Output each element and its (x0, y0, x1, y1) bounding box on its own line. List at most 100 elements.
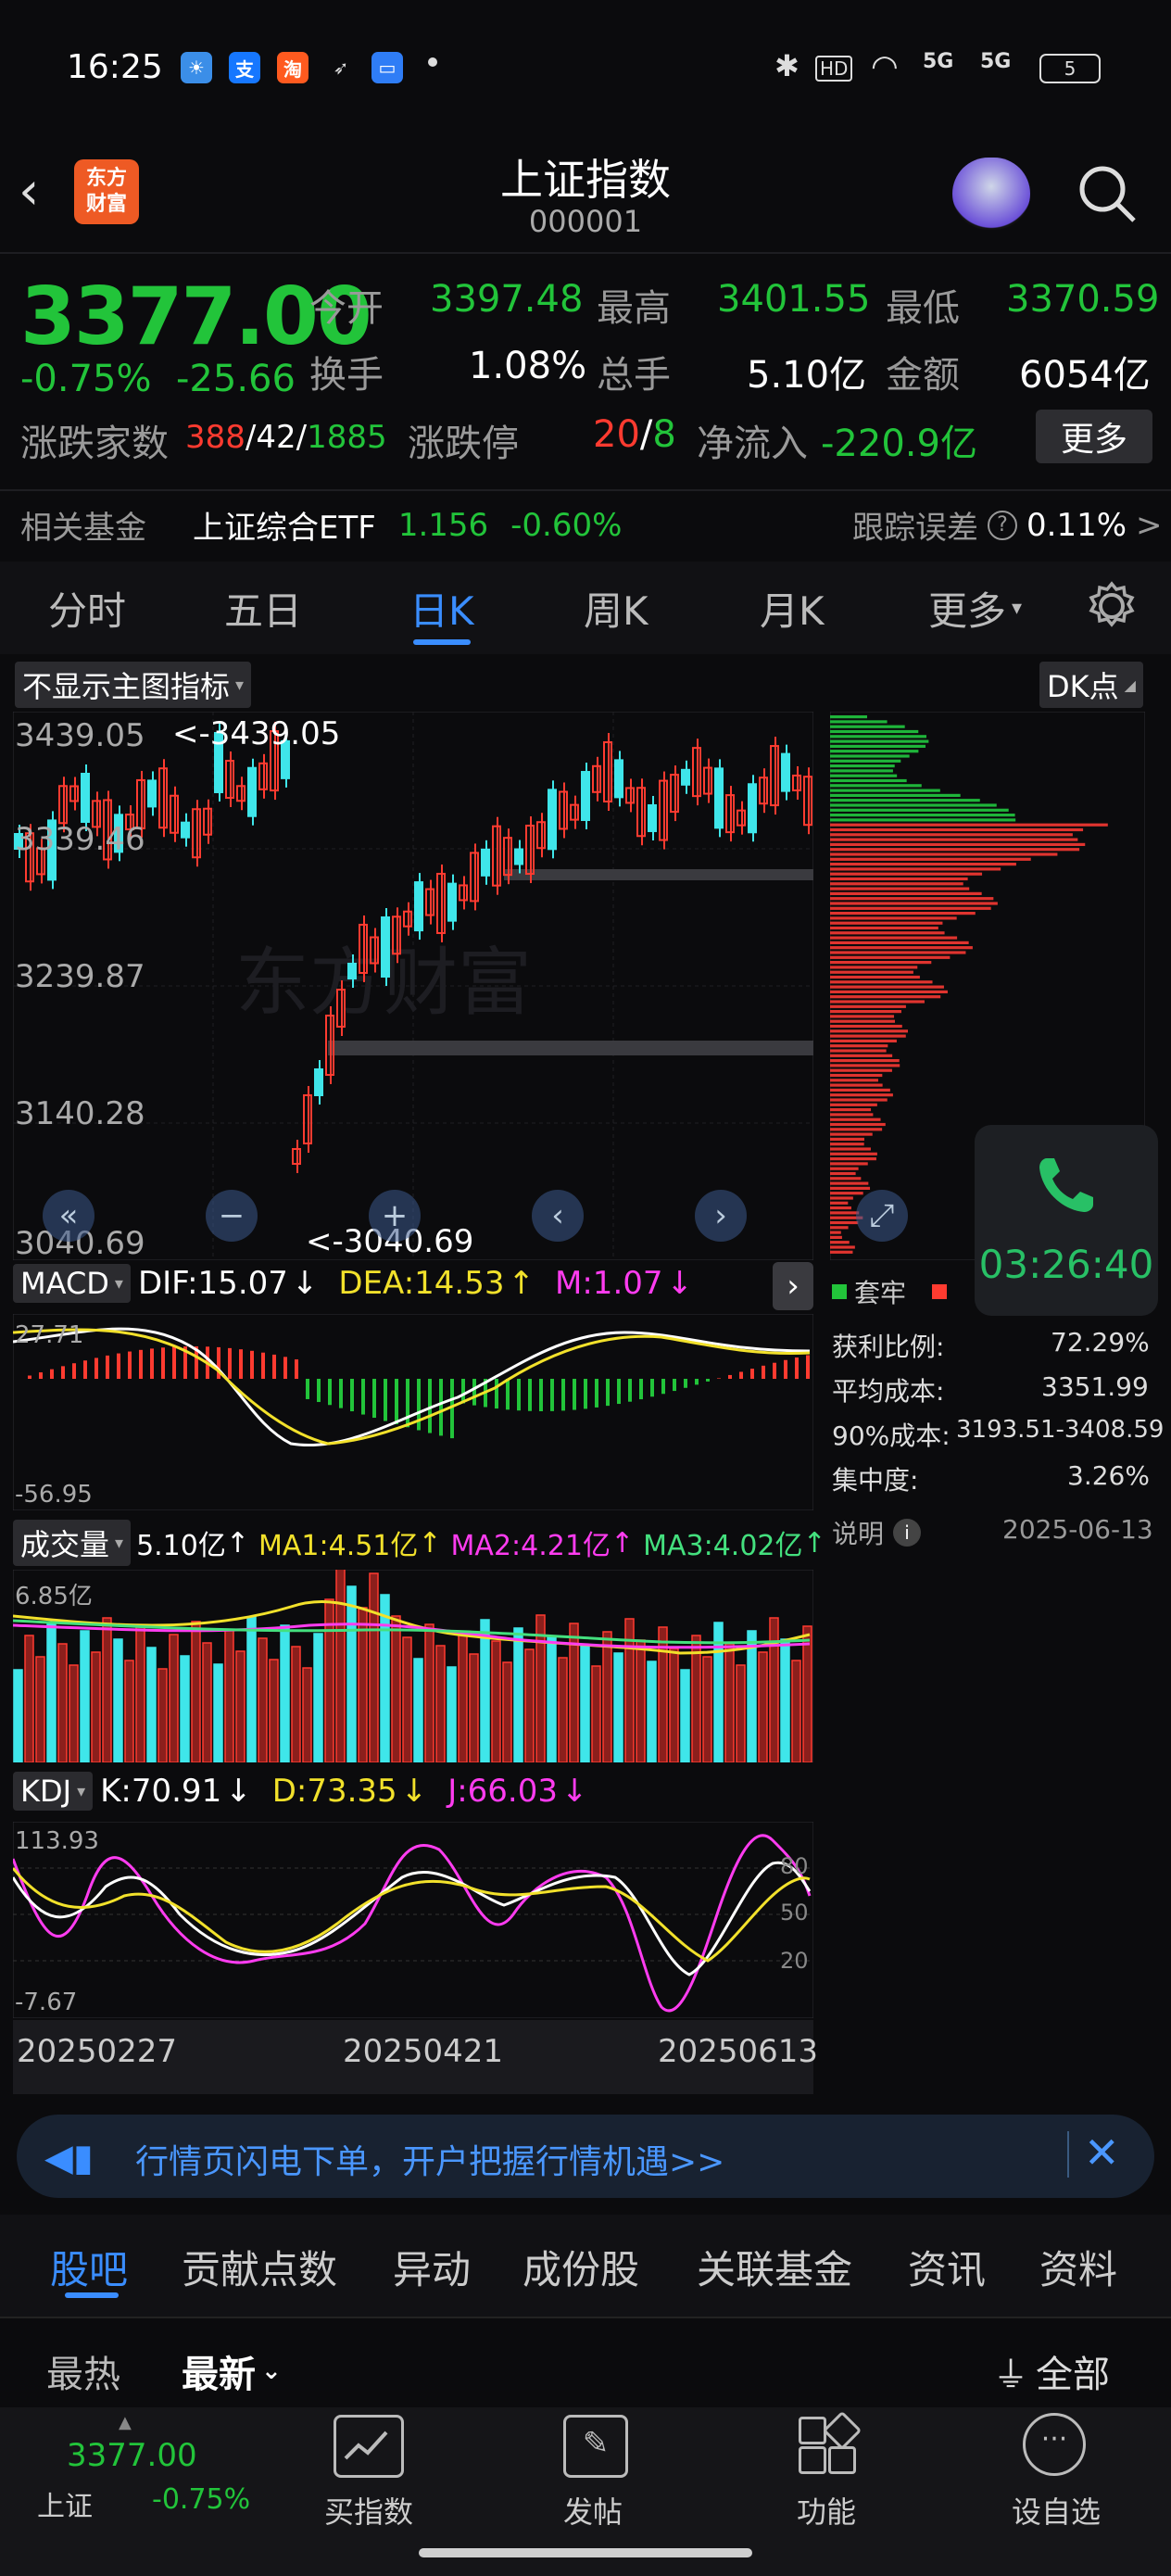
scroll-right-icon[interactable]: › (695, 1190, 747, 1242)
volume-bar (291, 1646, 301, 1762)
candle (670, 765, 679, 822)
home-indicator[interactable] (419, 2548, 752, 2557)
chip-bar (830, 906, 991, 910)
promo-banner[interactable]: ◀▮ 行情页闪电下单，开户把握行情机遇>> ✕ (17, 2115, 1154, 2198)
expand-panel-icon[interactable]: › (773, 1262, 813, 1310)
chip-bar (830, 739, 929, 743)
volume-bar (458, 1632, 468, 1762)
chip-bar (830, 916, 957, 920)
chip-bar (830, 814, 1015, 817)
breadth-label: 涨跌家数 (20, 423, 169, 465)
inflow-value: -220.9亿 (821, 423, 977, 465)
chip-bar (830, 1049, 887, 1053)
open-value: 3397.48 (430, 278, 584, 321)
tab-monthly-k[interactable]: 月K (760, 580, 825, 637)
tab-daily-k[interactable]: 日K (409, 580, 474, 637)
kdj-select[interactable]: KDJ ▾ (13, 1772, 94, 1811)
tab-constituents[interactable]: 成份股 (523, 2239, 639, 2295)
collapse-arrow-icon[interactable]: ▲ (119, 2413, 132, 2432)
volume-bar (791, 1660, 801, 1762)
banner-separator (1067, 2131, 1069, 2178)
tab-weekly-k[interactable]: 周K (584, 580, 648, 637)
tab-five-day[interactable]: 五日 (224, 580, 302, 637)
post-edit-icon[interactable]: ✎ (563, 2415, 628, 2478)
chip-bar (830, 975, 920, 979)
main-indicator-select[interactable]: 不显示主图指标 ▾ (15, 662, 252, 708)
volume-select[interactable]: 成交量 ▾ (13, 1520, 132, 1566)
chip-bar (830, 1137, 864, 1141)
close-icon[interactable]: ✕ (1084, 2128, 1120, 2178)
nav-add-watchlist[interactable]: 设自选 (1012, 2489, 1101, 2532)
tab-anomaly[interactable]: 异动 (393, 2239, 471, 2295)
chip-bar (830, 818, 1016, 822)
volume-bar (402, 1636, 412, 1762)
fast-back-icon[interactable]: « (43, 1190, 94, 1242)
robot-assistant-icon[interactable] (952, 158, 1030, 230)
chip-bar (830, 863, 1016, 866)
macd-header: MACD ▾ DIF:15.07 ↓ DEA:14.53 ↑ M:1.07 ↓ (13, 1264, 693, 1303)
zoom-out-icon[interactable]: − (206, 1190, 258, 1242)
volume-bar (780, 1638, 790, 1762)
candle (247, 758, 257, 826)
tab-news[interactable]: 资讯 (908, 2239, 986, 2295)
chip-bar (830, 842, 1086, 846)
tab-related-funds[interactable]: 关联基金 (697, 2239, 852, 2295)
price-axis-3: 3239.87 (15, 958, 145, 995)
zoom-in-icon[interactable]: + (369, 1190, 421, 1242)
divider (0, 2317, 1171, 2318)
volume-bar (180, 1655, 190, 1762)
chip-bar (830, 1108, 872, 1112)
macd-chart (13, 1314, 813, 1510)
call-widget[interactable]: 03:26:40 (975, 1125, 1158, 1316)
sort-latest[interactable]: 最新 ⌄ (182, 2344, 282, 2398)
signal-5g-2: 5G (980, 50, 1012, 73)
tab-intraday[interactable]: 分时 (48, 580, 126, 637)
tab-info[interactable]: 资料 (1039, 2239, 1117, 2295)
more-button[interactable]: 更多 (1036, 410, 1152, 463)
filter-all[interactable]: ⏚ 全部 (993, 2344, 1110, 2398)
chip-bar (830, 961, 932, 965)
expand-icon[interactable]: ⤢ (856, 1190, 908, 1242)
candle (392, 907, 401, 964)
functions-grid-icon[interactable] (795, 2410, 863, 2474)
candle (648, 795, 657, 840)
scroll-left-icon[interactable]: ‹ (532, 1190, 584, 1242)
tracking-error[interactable]: 跟踪误差 ? 0.11% > (852, 502, 1163, 548)
search-icon[interactable] (1075, 161, 1140, 226)
candle (459, 876, 468, 910)
volume-bar (680, 1669, 690, 1762)
volume-bar (747, 1630, 757, 1762)
chip-bar (830, 1103, 877, 1106)
related-fund-item[interactable]: 上证综合ETF 1.156 -0.60% (193, 502, 622, 548)
candle (147, 771, 157, 816)
more-notifications-icon (428, 57, 437, 67)
chip-bar (830, 1186, 871, 1190)
chip-bar (830, 1157, 876, 1161)
nav-buy-index[interactable]: 买指数 (324, 2489, 413, 2532)
chip-bar (830, 1128, 883, 1131)
sort-hot[interactable]: 最热 (46, 2344, 120, 2398)
macd-select[interactable]: MACD ▾ (13, 1264, 131, 1303)
price-axis-4: 3140.28 (15, 1095, 145, 1132)
tab-more[interactable]: 更多 ▾ (928, 580, 1022, 637)
nav-functions[interactable]: 功能 (797, 2489, 856, 2532)
more-dots-icon[interactable]: ··· (1023, 2413, 1086, 2476)
nav-post[interactable]: 发帖 (563, 2489, 623, 2532)
support-band-upper (504, 869, 813, 880)
caret-down-icon: ▾ (114, 1273, 123, 1294)
candle (581, 763, 590, 830)
chip-bar (830, 1054, 893, 1057)
chip-bar (830, 735, 926, 739)
dk-point-button[interactable]: DK点 ◢ (1039, 662, 1143, 708)
volume-bar (313, 1633, 323, 1762)
divider (0, 489, 1171, 491)
tab-guba[interactable]: 股吧 (50, 2239, 128, 2295)
buy-index-icon[interactable] (334, 2415, 404, 2478)
chip-bar (830, 926, 938, 930)
settings-gear-icon[interactable] (1086, 580, 1138, 632)
chip-note[interactable]: 说明 i (832, 1514, 922, 1551)
chip-bar (830, 1088, 890, 1092)
caret-down-icon: ▾ (115, 1533, 124, 1553)
tab-contribution[interactable]: 贡献点数 (182, 2239, 337, 2295)
volume-bar (13, 1669, 23, 1762)
